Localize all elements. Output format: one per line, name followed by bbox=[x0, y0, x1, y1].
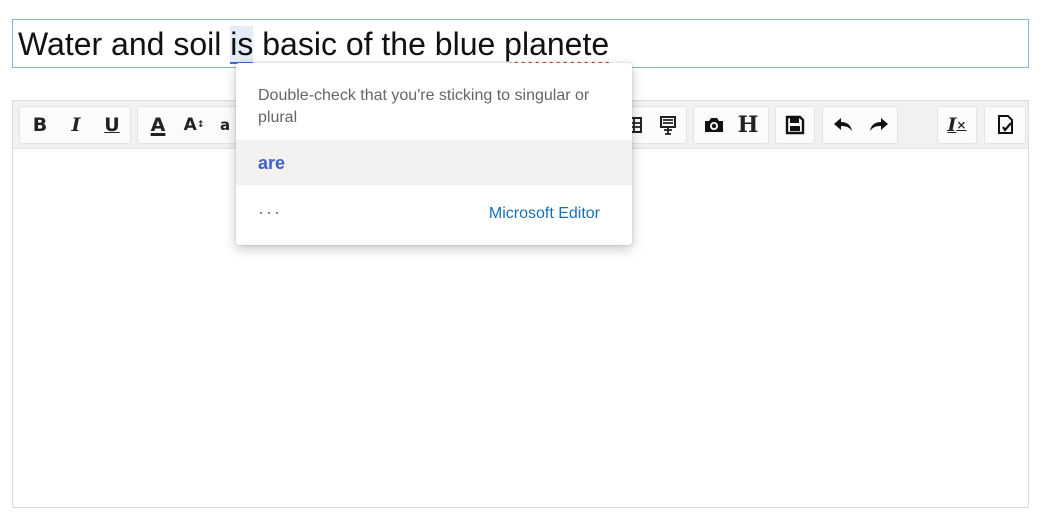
format-group: B I U bbox=[19, 106, 131, 144]
grammar-message: Double-check that you're sticking to sin… bbox=[258, 87, 590, 126]
font-size-label: A bbox=[183, 114, 197, 135]
save-icon[interactable] bbox=[777, 107, 813, 143]
bold-button[interactable]: B bbox=[22, 107, 58, 143]
suggestion-item[interactable]: are bbox=[236, 140, 632, 185]
editor-brand-label: Microsoft Editor bbox=[488, 205, 600, 222]
spellcheck-icon[interactable] bbox=[987, 107, 1023, 143]
italic-button[interactable]: I bbox=[58, 107, 94, 143]
clear-format-x-icon: × bbox=[956, 118, 967, 132]
font-size-arrows-icon: ↕ bbox=[196, 119, 205, 130]
undo-icon[interactable] bbox=[825, 107, 861, 143]
redo-icon[interactable] bbox=[861, 107, 897, 143]
heading-button[interactable]: H bbox=[730, 107, 766, 143]
more-options-button[interactable]: ··· bbox=[258, 199, 288, 225]
font-size-button[interactable]: A ↕ bbox=[176, 107, 212, 143]
camera-icon[interactable] bbox=[696, 107, 732, 143]
clear-format-button[interactable]: I × bbox=[939, 107, 975, 143]
title-input[interactable]: Water and soil is basic of the blue plan… bbox=[12, 19, 1029, 68]
font-color-button[interactable]: A bbox=[140, 107, 176, 143]
suggestion-label: are bbox=[258, 153, 286, 173]
font-group: A A ↕ a bbox=[137, 106, 241, 144]
save-group bbox=[775, 106, 815, 144]
spelling-flagged-word[interactable]: planete bbox=[504, 26, 609, 62]
editor-suggestion-popup: Double-check that you're sticking to sin… bbox=[236, 63, 632, 245]
underline-button[interactable]: U bbox=[94, 107, 130, 143]
title-text-before: Water and soil bbox=[18, 26, 231, 62]
clear-format-group: I × bbox=[937, 106, 977, 144]
spellcheck-group bbox=[984, 106, 1026, 144]
clear-format-label: I bbox=[947, 113, 957, 136]
history-group bbox=[822, 106, 898, 144]
title-text-middle: basic of the blue bbox=[253, 26, 505, 62]
grammar-flagged-word[interactable]: is bbox=[230, 26, 254, 64]
title-text[interactable]: Water and soil is basic of the blue plan… bbox=[18, 24, 609, 64]
insert-group: H bbox=[693, 106, 769, 144]
template-icon[interactable] bbox=[650, 107, 686, 143]
